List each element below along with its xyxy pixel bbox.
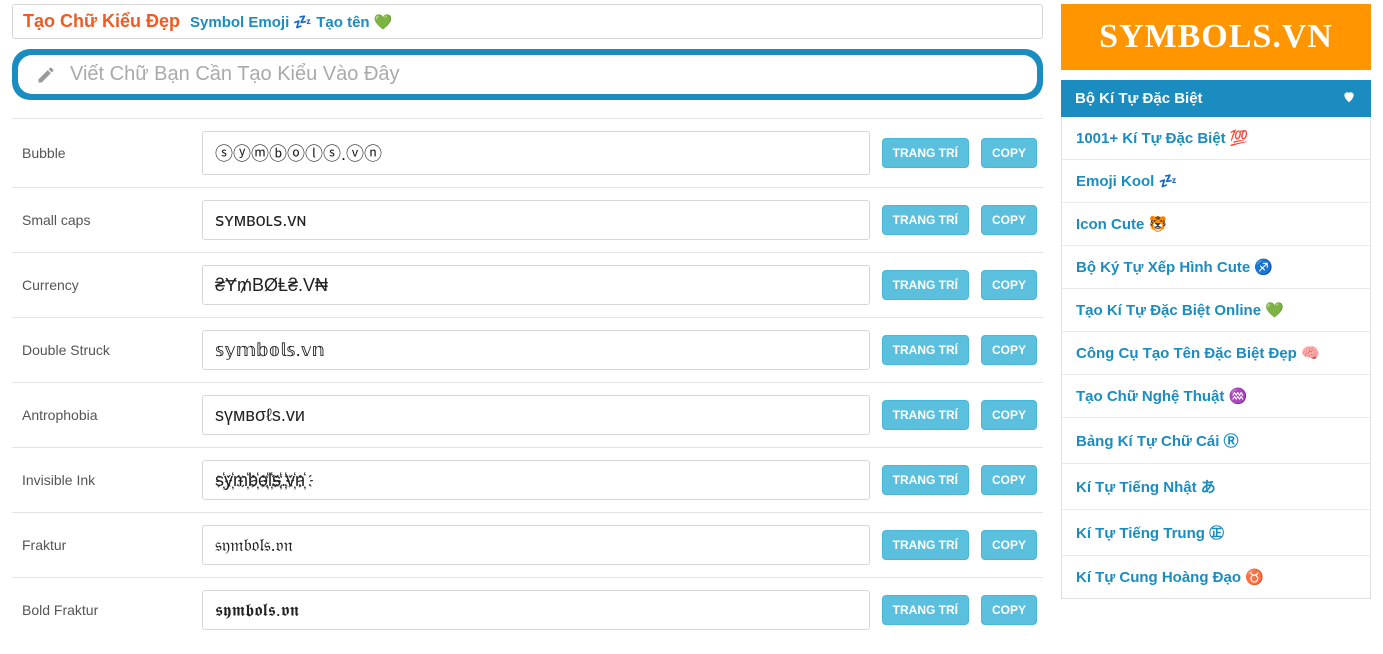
chevron-down-icon: [1341, 90, 1357, 107]
copy-button[interactable]: COPY: [981, 335, 1037, 365]
sidebar-item[interactable]: Công Cụ Tạo Tên Đặc Biệt Đẹp 🧠: [1062, 332, 1370, 375]
style-output[interactable]: 𝖘𝖞𝖒𝖇𝖔𝖑𝖘.𝖛𝖓: [202, 590, 870, 630]
copy-button[interactable]: COPY: [981, 530, 1037, 560]
sidebar-panel-body: 1001+ Kí Tự Đặc Biệt 💯Emoji Kool 💤Icon C…: [1061, 117, 1371, 599]
input-container: [12, 49, 1043, 100]
copy-button[interactable]: COPY: [981, 138, 1037, 168]
decorate-button[interactable]: TRANG TRÍ: [882, 595, 969, 625]
copy-button[interactable]: COPY: [981, 465, 1037, 495]
style-output[interactable]: 𝔰𝔶𝔪𝔟𝔬𝔩𝔰.𝔳𝔫: [202, 525, 870, 565]
style-label: Bubble: [22, 145, 190, 161]
style-label: Fraktur: [22, 537, 190, 553]
decorate-button[interactable]: TRANG TRÍ: [882, 205, 969, 235]
header-bar: Tạo Chữ Kiểu Đẹp Symbol Emoji 💤 Tạo tên …: [12, 4, 1043, 39]
style-row: Antrophobia sүмвσℓs.vи TRANG TRÍ COPY: [12, 382, 1043, 447]
sidebar-item[interactable]: Icon Cute 🐯: [1062, 203, 1370, 246]
copy-button[interactable]: COPY: [981, 205, 1037, 235]
copy-button[interactable]: COPY: [981, 400, 1037, 430]
sidebar-panel-title: Bộ Kí Tự Đặc Biệt: [1075, 90, 1203, 107]
decorate-button[interactable]: TRANG TRÍ: [882, 138, 969, 168]
sidebar-panel-header[interactable]: Bộ Kí Tự Đặc Biệt: [1061, 80, 1371, 117]
copy-button[interactable]: COPY: [981, 270, 1037, 300]
style-output[interactable]: 𝕤𝕪𝕞𝕓𝕠𝕝𝕤.𝕧𝕟: [202, 330, 870, 370]
style-row: Double Struck 𝕤𝕪𝕞𝕓𝕠𝕝𝕤.𝕧𝕟 TRANG TRÍ COPY: [12, 317, 1043, 382]
main-text-input[interactable]: [70, 63, 1021, 86]
style-row: Fraktur 𝔰𝔶𝔪𝔟𝔬𝔩𝔰.𝔳𝔫 TRANG TRÍ COPY: [12, 512, 1043, 577]
style-label: Invisible Ink: [22, 472, 190, 488]
sidebar-item[interactable]: Bảng Kí Tự Chữ Cái Ⓡ: [1062, 418, 1370, 464]
decorate-button[interactable]: TRANG TRÍ: [882, 270, 969, 300]
style-output[interactable]: ⓢⓨⓜⓑⓞⓛⓢ.ⓥⓝ: [202, 131, 870, 175]
decorate-button[interactable]: TRANG TRÍ: [882, 530, 969, 560]
sidebar-item[interactable]: 1001+ Kí Tự Đặc Biệt 💯: [1062, 117, 1370, 160]
style-output[interactable]: ₴Ɏ₥ΒØⱠ₴.V₦: [202, 265, 870, 305]
site-logo: SYMBOLS.VN: [1061, 4, 1371, 70]
sidebar-item[interactable]: Tạo Chữ Nghệ Thuật ♒: [1062, 375, 1370, 418]
style-row: Currency ₴Ɏ₥ΒØⱠ₴.V₦ TRANG TRÍ COPY: [12, 252, 1043, 317]
sidebar-item[interactable]: Kí Tự Tiếng Trung ㊣: [1062, 510, 1370, 556]
style-output[interactable]: sүмвσℓs.vи: [202, 395, 870, 435]
style-label: Double Struck: [22, 342, 190, 358]
copy-button[interactable]: COPY: [981, 595, 1037, 625]
sidebar-item[interactable]: Kí Tự Tiếng Nhật あ: [1062, 464, 1370, 510]
page-subtitle: Symbol Emoji 💤 Tạo tên 💚: [190, 13, 392, 31]
sidebar-item[interactable]: Tạo Kí Tự Đặc Biệt Online 💚: [1062, 289, 1370, 332]
style-row: Small caps ꜱʏᴍʙᴏʟꜱ.ᴠɴ TRANG TRÍ COPY: [12, 187, 1043, 252]
pencil-icon: [34, 65, 58, 85]
style-output[interactable]: s҉y҉m҉b҉o҉l҉s҉.҉v҉n҉: [202, 460, 870, 500]
style-row: Bubble ⓢⓨⓜⓑⓞⓛⓢ.ⓥⓝ TRANG TRÍ COPY: [12, 118, 1043, 187]
sidebar-item[interactable]: Kí Tự Cung Hoàng Đạo ♉: [1062, 556, 1370, 598]
sidebar-item[interactable]: Emoji Kool 💤: [1062, 160, 1370, 203]
decorate-button[interactable]: TRANG TRÍ: [882, 400, 969, 430]
style-row: Invisible Ink s҉y҉m҉b҉o҉l҉s҉.҉v҉n҉ TRANG T…: [12, 447, 1043, 512]
style-output[interactable]: ꜱʏᴍʙᴏʟꜱ.ᴠɴ: [202, 200, 870, 240]
styles-list: Bubble ⓢⓨⓜⓑⓞⓛⓢ.ⓥⓝ TRANG TRÍ COPY Small caps ꜱ…: [12, 118, 1043, 642]
style-label: Currency: [22, 277, 190, 293]
decorate-button[interactable]: TRANG TRÍ: [882, 465, 969, 495]
style-row: Bold Fraktur 𝖘𝖞𝖒𝖇𝖔𝖑𝖘.𝖛𝖓 TRANG TRÍ COPY: [12, 577, 1043, 642]
style-label: Antrophobia: [22, 407, 190, 423]
decorate-button[interactable]: TRANG TRÍ: [882, 335, 969, 365]
style-label: Bold Fraktur: [22, 602, 190, 618]
sidebar-item[interactable]: Bộ Ký Tự Xếp Hình Cute ♐: [1062, 246, 1370, 289]
style-label: Small caps: [22, 212, 190, 228]
page-title: Tạo Chữ Kiểu Đẹp: [23, 11, 180, 32]
